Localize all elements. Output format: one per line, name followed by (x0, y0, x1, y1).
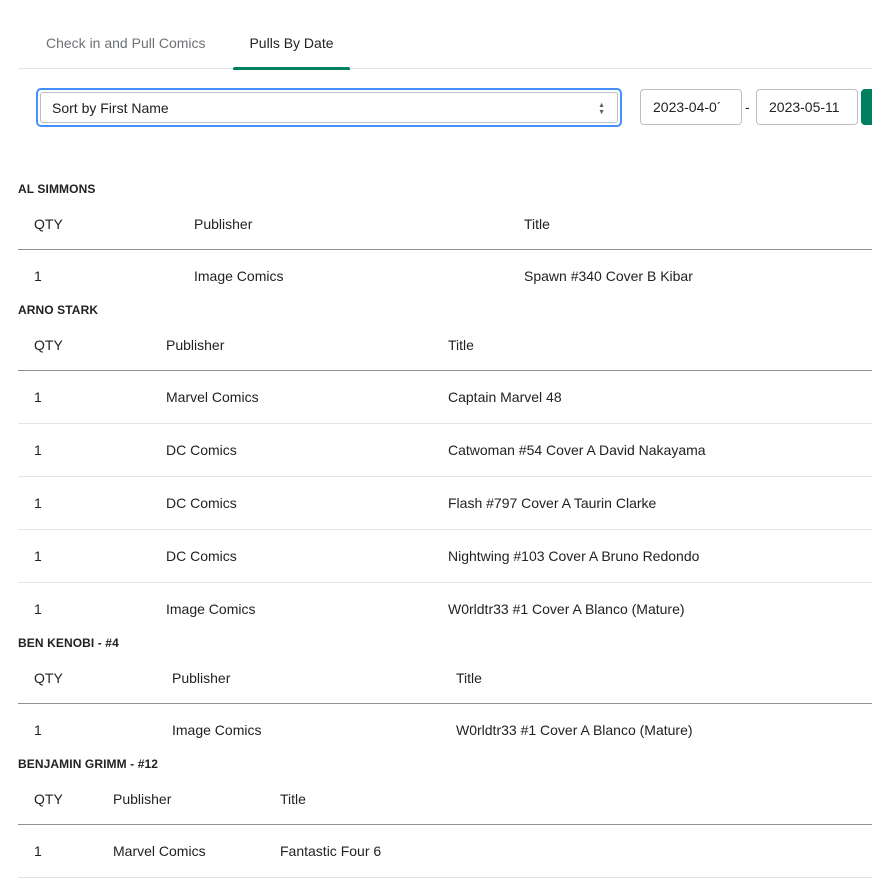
tab-pulls-by-date[interactable]: Pulls By Date (233, 0, 350, 70)
pull-table: QTY Publisher Title 1 Marvel Comics Capt… (18, 318, 872, 636)
publisher-header: Publisher (194, 216, 253, 232)
publisher-header: Publisher (172, 670, 231, 686)
publisher-header: Publisher (113, 791, 172, 807)
pull-table: QTY Publisher Title 1 Image Comics W0rld… (18, 651, 872, 757)
title-header: Title (280, 791, 306, 807)
table-header-row: QTY Publisher Title (18, 318, 872, 371)
sort-select-field[interactable]: Sort by First Name ▲ ▼ (40, 92, 618, 123)
title-cell: W0rldtr33 #1 Cover A Blanco (Mature) (448, 601, 685, 617)
active-tab-indicator (233, 67, 350, 70)
title-cell: W0rldtr33 #1 Cover A Blanco (Mature) (456, 722, 693, 738)
qty-cell: 1 (34, 548, 42, 564)
table-row: 1 DC Comics Flash #797 Cover A Taurin Cl… (18, 477, 872, 530)
title-header: Title (448, 337, 474, 353)
end-date-input[interactable]: 2023-05-11 (756, 89, 858, 125)
table-row: 1 DC Comics Nightwing #103 Cover A Bruno… (18, 530, 872, 583)
customer-name: BEN KENOBI - #4 (18, 636, 119, 650)
table-row: 1 Image Comics W0rldtr33 #1 Cover A Blan… (18, 583, 872, 636)
sort-select[interactable]: Sort by First Name ▲ ▼ (36, 88, 622, 127)
pull-table: QTY Publisher Title 1 Marvel Comics Fant… (18, 772, 872, 878)
tab-check-in-and-pull-comics[interactable]: Check in and Pull Comics (46, 0, 206, 69)
customer-name: BENJAMIN GRIMM - #12 (18, 757, 159, 771)
title-cell: Flash #797 Cover A Taurin Clarke (448, 495, 657, 511)
publisher-cell: Image Comics (172, 722, 262, 738)
table-row: 1 Marvel Comics Captain Marvel 48 (18, 371, 872, 424)
start-date-input[interactable]: 2023-04-0´ (640, 89, 742, 125)
title-header: Title (456, 670, 482, 686)
title-header: Title (524, 216, 550, 232)
customer-name: ARNO STARK (18, 303, 99, 317)
customer-name: AL SIMMONS (18, 182, 96, 196)
publisher-cell: Marvel Comics (113, 843, 206, 859)
table-header-row: QTY Publisher Title (18, 197, 872, 250)
table-header-row: QTY Publisher Title (18, 772, 872, 825)
table-header-row: QTY Publisher Title (18, 651, 872, 704)
publisher-cell: DC Comics (166, 548, 237, 564)
qty-cell: 1 (34, 495, 42, 511)
qty-cell: 1 (34, 843, 42, 859)
qty-header: QTY (34, 337, 63, 353)
tab-bar: Check in and Pull Comics Pulls By Date (18, 0, 872, 70)
apply-date-range-button[interactable] (861, 89, 872, 125)
publisher-cell: DC Comics (166, 495, 237, 511)
publisher-cell: DC Comics (166, 442, 237, 458)
qty-header: QTY (34, 216, 63, 232)
publisher-cell: Image Comics (166, 601, 256, 617)
table-row: 1 DC Comics Catwoman #54 Cover A David N… (18, 424, 872, 477)
title-cell: Fantastic Four 6 (280, 843, 382, 859)
table-row: 1 Marvel Comics Fantastic Four 6 (18, 825, 872, 878)
qty-header: QTY (34, 670, 63, 686)
title-cell: Nightwing #103 Cover A Bruno Redondo (448, 548, 700, 564)
publisher-cell: Marvel Comics (166, 389, 259, 405)
qty-cell: 1 (34, 601, 42, 617)
date-range-separator: - (745, 99, 750, 115)
qty-cell: 1 (34, 442, 42, 458)
qty-cell: 1 (34, 722, 42, 738)
title-cell: Captain Marvel 48 (448, 389, 562, 405)
pull-table: QTY Publisher Title 1 Image Comics Spawn… (18, 197, 872, 303)
publisher-cell: Image Comics (194, 268, 284, 284)
title-cell: Spawn #340 Cover B Kibar (524, 268, 693, 284)
title-cell: Catwoman #54 Cover A David Nakayama (448, 442, 706, 458)
publisher-header: Publisher (166, 337, 225, 353)
table-row: 1 Image Comics W0rldtr33 #1 Cover A Blan… (18, 704, 872, 757)
table-row: 1 Image Comics Spawn #340 Cover B Kibar (18, 250, 872, 303)
sort-select-value: Sort by First Name (52, 100, 169, 116)
qty-header: QTY (34, 791, 63, 807)
qty-cell: 1 (34, 268, 42, 284)
tab-pulls-by-date-label: Pulls By Date (249, 35, 334, 51)
qty-cell: 1 (34, 389, 42, 405)
select-caret-icon: ▲ ▼ (598, 102, 605, 116)
